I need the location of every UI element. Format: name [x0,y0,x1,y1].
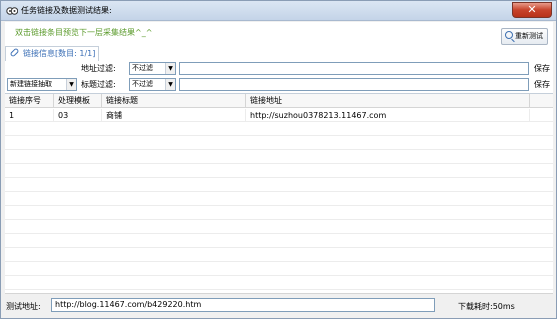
retest-button[interactable]: 重新测试 [501,28,548,45]
test-address-label: 测试地址: [6,302,41,311]
empty-row [5,151,553,164]
address-save-button[interactable]: 保存 [534,63,550,74]
table-header: 链接序号 处理模板 链接标题 链接地址 [5,94,553,108]
cell-index: 1 [5,109,54,122]
empty-row [5,221,553,234]
search-icon [505,31,513,39]
chevron-down-icon: ▼ [165,63,175,74]
tab-link-info[interactable]: 链接信息[数目: 1/1] [5,46,99,61]
empty-row [5,179,553,192]
retest-label: 重新测试 [515,32,543,40]
title-bar: 任务链接及数据测试结果: ✕ [1,1,556,21]
close-button[interactable]: ✕ [512,2,552,18]
dialog-window: 任务链接及数据测试结果: ✕ 双击链接条目预览下一层采集结果^_^ 重新测试 链… [0,0,557,319]
cell-url: http://suzhou0378213.11467.com [246,109,530,122]
empty-row [5,249,553,262]
column-header-title[interactable]: 链接标题 [102,94,246,108]
empty-row [5,277,553,290]
title-save-button[interactable]: 保存 [534,79,550,90]
download-time: 下载耗时:50ms [458,302,515,311]
empty-row [5,207,553,220]
title-filter-select[interactable]: 不过滤 ▼ [129,78,176,91]
cell-title: 商铺 [102,109,246,122]
address-filter-select[interactable]: 不过滤 ▼ [129,62,176,75]
chevron-down-icon: ▼ [165,79,175,90]
chevron-down-icon: ▼ [66,79,76,90]
status-bar: 测试地址: http://blog.11467.com/b429220.htm … [5,293,553,316]
empty-row [5,263,553,276]
column-header-index[interactable]: 链接序号 [5,94,54,108]
window-title: 任务链接及数据测试结果: [21,6,112,15]
column-header-url[interactable]: 链接地址 [246,94,530,108]
empty-row [5,137,553,150]
link-icon [9,47,20,58]
empty-row [5,165,553,178]
empty-row [5,193,553,206]
title-filter-input[interactable] [179,78,529,91]
app-icon [6,7,18,15]
empty-row [5,235,553,248]
address-filter-label: 地址过滤: [81,64,116,73]
cell-template: 03 [54,109,102,122]
tab-label: 链接信息[数目: 1/1] [23,49,96,58]
content-area: 双击链接条目预览下一层采集结果^_^ 重新测试 链接信息[数目: 1/1] 地址… [5,22,553,316]
column-header-template[interactable]: 处理模板 [54,94,102,108]
preview-hint: 双击链接条目预览下一层采集结果^_^ [15,28,153,37]
link-table: 链接序号 处理模板 链接标题 链接地址 1 03 商铺 http://suzho… [5,93,553,293]
address-filter-input[interactable] [179,62,529,75]
extract-mode-select[interactable]: 新建链接抽取 ▼ [7,78,77,91]
close-icon: ✕ [527,3,537,16]
empty-row [5,123,553,136]
table-row[interactable]: 1 03 商铺 http://suzhou0378213.11467.com [5,109,553,122]
title-filter-label: 标题过滤: [81,80,116,89]
test-address-field[interactable]: http://blog.11467.com/b429220.htm [51,298,435,312]
